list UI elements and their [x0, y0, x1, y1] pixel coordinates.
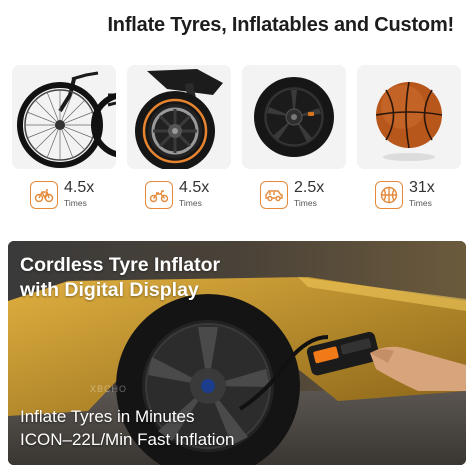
stat-unit: Times [294, 198, 317, 208]
car-icon [260, 181, 288, 209]
stat-value: 4.5x [64, 179, 95, 196]
inflation-stats: 4.5x Times 4.5x Times 2.5x Times 31x Tim… [12, 178, 462, 214]
stat-unit: Times [409, 198, 432, 208]
stat-motorcycle: 4.5x Times [127, 178, 237, 214]
hero-title-line2: with Digital Display [20, 279, 199, 301]
hero-title-line1: Cordless Tyre Inflator [20, 254, 221, 276]
category-cards [12, 65, 462, 169]
car-wheel-image-card [242, 65, 346, 169]
page-headline: Inflate Tyres, Inflatables and Custom! [107, 14, 454, 36]
hero-subtitle: Inflate Tyres in Minutes ICON–22L/Min Fa… [20, 405, 440, 451]
stat-unit: Times [64, 198, 87, 208]
hero-subtitle-line1: Inflate Tyres in Minutes [20, 407, 195, 426]
basketball-icon [375, 181, 403, 209]
hero-subtitle-line2: ICON–22L/Min Fast Inflation [20, 430, 235, 449]
motorcycle-icon [145, 181, 173, 209]
bicycle-icon [30, 181, 58, 209]
basketball-image [357, 65, 461, 169]
stat-bicycle: 4.5x Times [12, 178, 122, 214]
stat-car: 2.5x Times [242, 178, 352, 214]
bicycle-image-card [12, 65, 116, 169]
stat-value: 4.5x [179, 179, 210, 196]
hero-watermark: XBCHO [90, 384, 128, 394]
motorcycle-image [127, 65, 231, 169]
motorcycle-image-card [127, 65, 231, 169]
stat-value: 2.5x [294, 179, 325, 196]
hero-banner: XBCHO Cordless Tyre Inflator with Digita… [8, 241, 466, 465]
stat-unit: Times [179, 198, 202, 208]
stat-value: 31x [409, 179, 435, 196]
stat-basketball: 31x Times [357, 178, 467, 214]
basketball-image-card [357, 65, 461, 169]
bicycle-image [12, 65, 116, 169]
car-wheel-image [242, 65, 346, 169]
hero-title: Cordless Tyre Inflator with Digital Disp… [20, 253, 320, 303]
